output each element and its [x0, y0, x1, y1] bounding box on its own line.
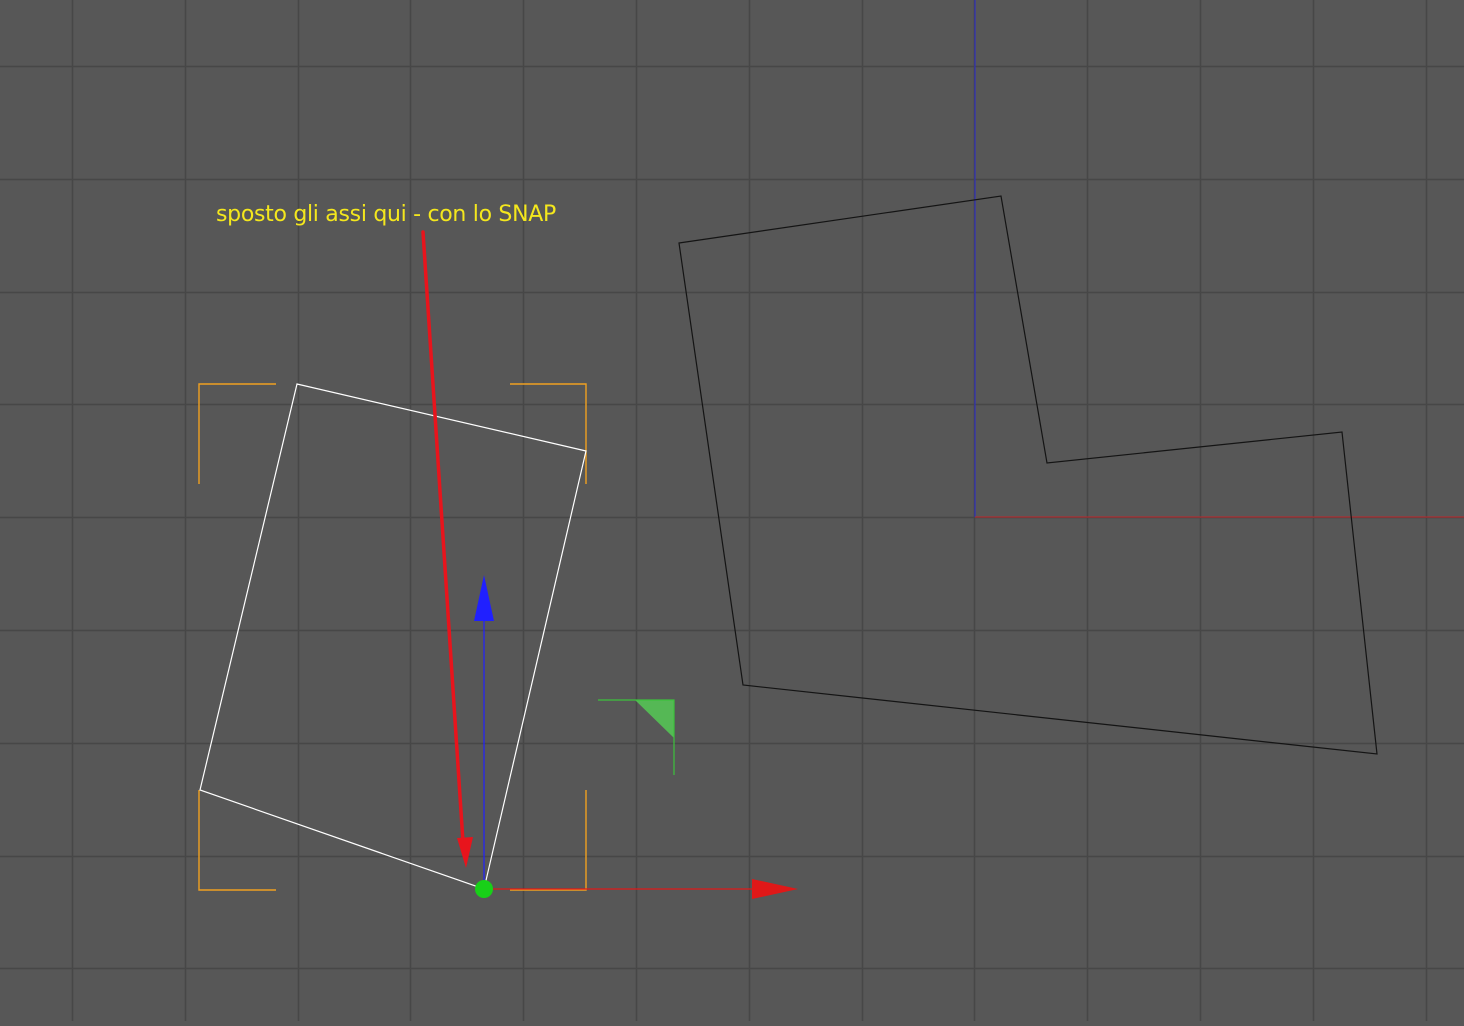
bbox-corner-top-left — [198, 383, 276, 484]
selected-rectangle-outline[interactable] — [199, 383, 587, 890]
bbox-corner-bottom-right — [510, 790, 587, 891]
annotation-arrow — [421, 230, 473, 868]
bbox-corner-bottom-left — [198, 790, 276, 891]
gizmo-plane-handle[interactable] — [635, 700, 674, 738]
viewport-canvas[interactable] — [0, 0, 1464, 1021]
grid — [0, 0, 1464, 1021]
annotation-arrow-head — [457, 837, 473, 868]
gizmo-z-arrow-icon[interactable] — [474, 575, 494, 621]
selection-bounding-box — [198, 383, 587, 891]
gizmo-x-arrow-icon[interactable] — [752, 879, 798, 899]
reference-shape-outline[interactable] — [678, 195, 1378, 755]
gizmo-origin-handle[interactable] — [475, 880, 493, 898]
bbox-corner-top-right — [510, 383, 587, 484]
annotation-label: sposto gli assi qui - con lo SNAP — [216, 202, 556, 227]
annotation-arrow-shaft — [421, 230, 465, 844]
editor-viewport[interactable]: sposto gli assi qui - con lo SNAP — [0, 0, 1464, 1021]
